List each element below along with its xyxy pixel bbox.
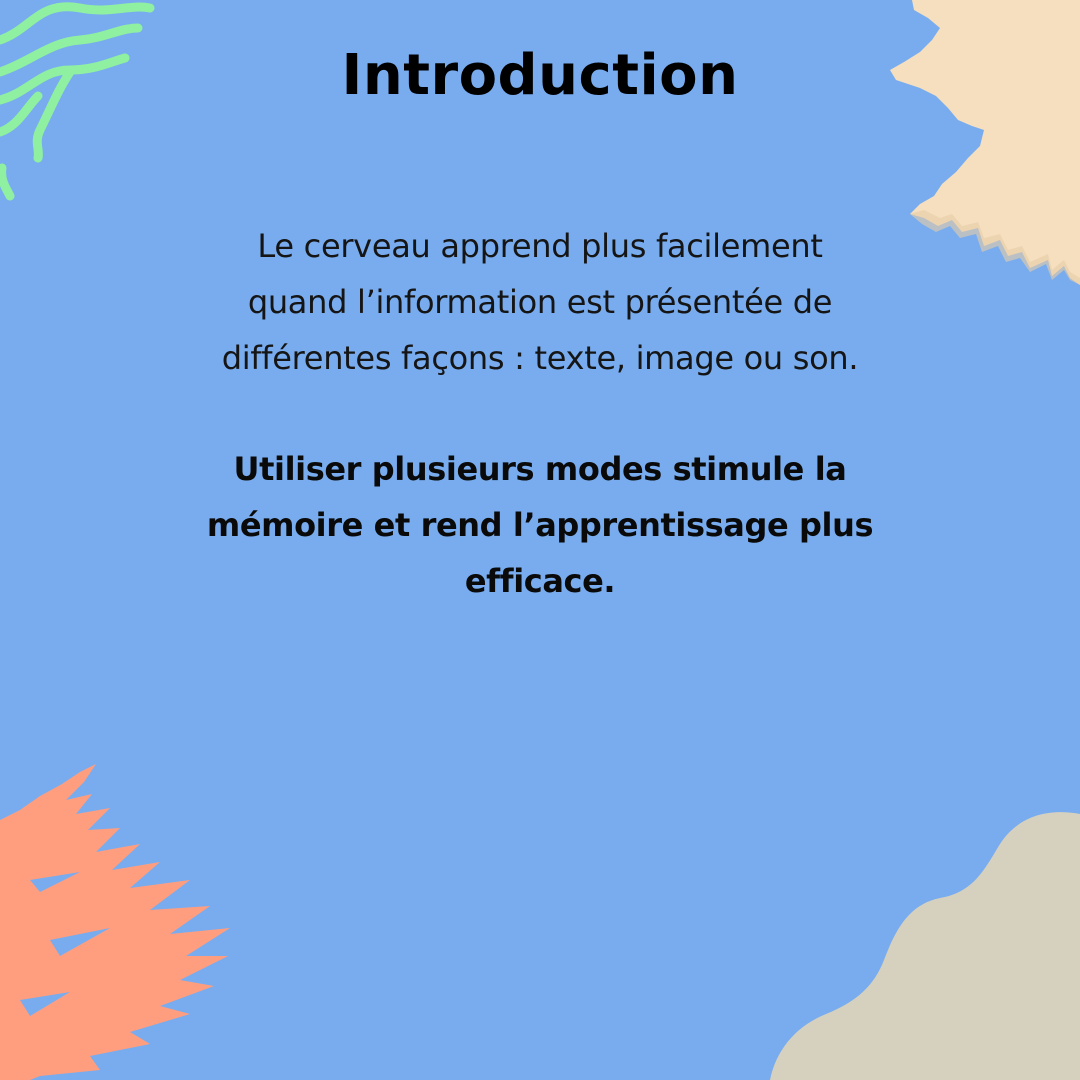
emphasis-line: Utiliser plusieurs modes stimule la <box>233 450 847 488</box>
emphasis-line: efficace. <box>464 562 616 600</box>
body-line: différentes façons : texte, image ou son… <box>221 339 859 377</box>
body-line: quand l’information est présentée de <box>247 283 833 321</box>
salmon-brush-decoration <box>0 764 230 1080</box>
body-line: Le cerveau apprend plus facilement <box>257 227 823 265</box>
page-title: Introduction <box>341 43 739 108</box>
emphasis-paragraph: Utiliser plusieurs modes stimule la mémo… <box>150 441 930 609</box>
slide: Introduction Le cerveau apprend plus fac… <box>0 0 1080 1080</box>
beige-blob-decoration <box>770 812 1080 1080</box>
body-paragraph: Le cerveau apprend plus facilement quand… <box>150 218 930 386</box>
emphasis-line: mémoire et rend l’apprentissage plus <box>206 506 874 544</box>
